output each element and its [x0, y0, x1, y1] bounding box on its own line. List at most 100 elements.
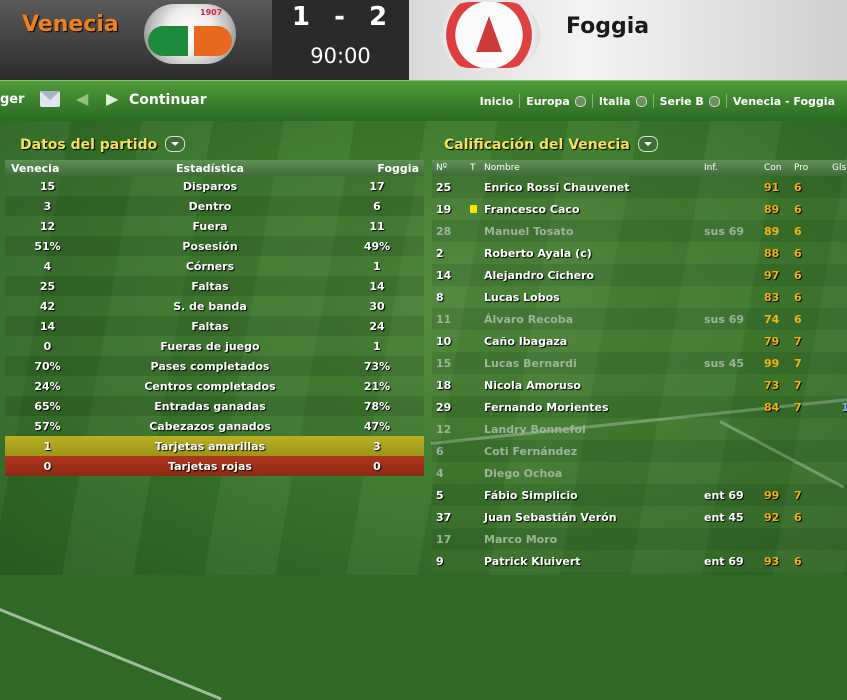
player-name[interactable]: Lucas Lobos	[484, 291, 704, 304]
player-condition: 73	[764, 378, 780, 392]
player-name[interactable]: Diego Ochoa	[484, 467, 704, 480]
scoreline: 1 - 2	[272, 2, 409, 32]
player-row[interactable]: 25 Enrico Rossi Chauvenet 91 6	[432, 176, 847, 198]
dropdown-dot-icon[interactable]	[708, 95, 720, 107]
player-name[interactable]: Francesco Caco	[484, 203, 704, 216]
player-row[interactable]: 15 Lucas Bernardi sus 45 99 7	[432, 352, 847, 374]
stats-away: 30	[369, 299, 385, 313]
mail-icon[interactable]	[40, 91, 60, 107]
stats-row: 70% Pases completados 73%	[5, 356, 424, 376]
player-name[interactable]: Nicola Amoruso	[484, 379, 704, 392]
player-condition: 89	[764, 202, 780, 216]
crumb-match[interactable]: Venecia - Foggia	[727, 94, 841, 108]
crumb-italia[interactable]: Italia	[593, 94, 653, 108]
stats-row: 57% Cabezazos ganados 47%	[5, 416, 424, 436]
continue-button[interactable]: Continuar	[129, 92, 207, 108]
player-rating: 6	[794, 510, 802, 524]
stats-away: 6	[373, 199, 381, 213]
player-number: 17	[436, 532, 452, 546]
dropdown-dot-icon[interactable]	[635, 95, 647, 107]
forward-arrow-icon[interactable]: ▶	[106, 89, 118, 108]
col-gls[interactable]: Gls	[832, 163, 847, 173]
player-name[interactable]: Manuel Tosato	[484, 225, 704, 238]
player-name[interactable]: Fernando Morientes	[484, 401, 704, 414]
col-name[interactable]: Nombre	[484, 163, 704, 173]
crumb-label[interactable]: Venecia - Foggia	[733, 95, 835, 108]
col-num[interactable]: Nº	[436, 163, 470, 173]
player-row[interactable]: 29 Fernando Morientes 84 7 1	[432, 396, 847, 418]
player-condition: 92	[764, 510, 780, 524]
player-row[interactable]: 5 Fábio Simplicio ent 69 99 7	[432, 484, 847, 506]
nav-partial-label[interactable]: ger	[0, 92, 25, 107]
crest-year: 1907	[200, 8, 223, 17]
dropdown-toggle-icon[interactable]	[637, 136, 658, 152]
player-name[interactable]: Roberto Ayala (c)	[484, 247, 704, 260]
player-goals: 1	[841, 400, 847, 414]
player-row[interactable]: 9 Patrick Kluivert ent 69 93 6	[432, 550, 847, 572]
col-con[interactable]: Con	[764, 163, 794, 173]
crumb-label[interactable]: Inicio	[480, 95, 514, 108]
dropdown-toggle-icon[interactable]	[165, 136, 186, 152]
player-condition: 88	[764, 246, 780, 260]
player-name[interactable]: Marco Moro	[484, 533, 704, 546]
player-name[interactable]: Landry Bonnefoi	[484, 423, 704, 436]
stats-header-away: Foggia	[377, 161, 419, 175]
col-pro[interactable]: Pro	[794, 163, 832, 173]
back-arrow-icon[interactable]: ◀	[76, 89, 88, 108]
stats-home: 57%	[34, 419, 61, 433]
player-row[interactable]: 19 Francesco Caco 89 6	[432, 198, 847, 220]
stats-row: 3 Dentro 6	[5, 196, 424, 216]
stats-title-text: Datos del partido	[20, 137, 158, 153]
player-rating: 7	[794, 488, 802, 502]
crumb-serie-b[interactable]: Serie B	[654, 94, 726, 108]
crumb-europa[interactable]: Europa	[520, 94, 592, 108]
player-name[interactable]: Álvaro Recoba	[484, 313, 704, 326]
player-row[interactable]: 8 Lucas Lobos 83 6	[432, 286, 847, 308]
breadcrumb: Inicio Europa Italia Serie B Venecia - F…	[474, 94, 841, 108]
crumb-label[interactable]: Serie B	[660, 95, 704, 108]
player-name[interactable]: Lucas Bernardi	[484, 357, 704, 370]
player-name[interactable]: Patrick Kluivert	[484, 555, 704, 568]
crumb-label[interactable]: Europa	[526, 95, 570, 108]
player-number: 12	[436, 422, 452, 436]
stats-home: 70%	[34, 359, 61, 373]
player-number: 5	[436, 488, 444, 502]
player-row[interactable]: 10 Caño Ibagaza 79 7	[432, 330, 847, 352]
player-rating: 7	[794, 378, 802, 392]
player-condition: 93	[764, 554, 780, 568]
stats-row: 12 Fuera 11	[5, 216, 424, 236]
crumb-label[interactable]: Italia	[599, 95, 631, 108]
player-row[interactable]: 37 Juan Sebastián Verón ent 45 92 6	[432, 506, 847, 528]
player-ratings-table: Nº T Nombre Inf. Con Pro Gls 25 Enrico Ro…	[432, 160, 847, 572]
player-row[interactable]: 2 Roberto Ayala (c) 88 6	[432, 242, 847, 264]
player-row[interactable]: 11 Álvaro Recoba sus 69 74 6	[432, 308, 847, 330]
player-row[interactable]: 28 Manuel Tosato sus 69 89 6	[432, 220, 847, 242]
stats-home: 51%	[34, 239, 61, 253]
player-name[interactable]: Fábio Simplicio	[484, 489, 704, 502]
col-inf[interactable]: Inf.	[704, 163, 764, 173]
player-rating: 7	[794, 400, 802, 414]
player-name[interactable]: Enrico Rossi Chauvenet	[484, 181, 704, 194]
stats-panel-title[interactable]: Datos del partido	[20, 136, 186, 153]
home-team-name: Venecia	[22, 12, 119, 37]
player-row[interactable]: 6 Coti Fernández	[432, 440, 847, 462]
player-name[interactable]: Juan Sebastián Verón	[484, 511, 704, 524]
stats-header-home: Venecia	[11, 161, 60, 175]
ratings-panel-title[interactable]: Calificación del Venecia	[444, 136, 658, 153]
player-row[interactable]: 14 Alejandro Cichero 97 6	[432, 264, 847, 286]
player-row[interactable]: 4 Diego Ochoa	[432, 462, 847, 484]
stats-row: 15 Disparos 17	[5, 176, 424, 196]
stats-label: Centros completados	[144, 379, 276, 393]
player-rating: 6	[794, 180, 802, 194]
player-name[interactable]: Caño Ibagaza	[484, 335, 704, 348]
crumb-inicio[interactable]: Inicio	[474, 94, 520, 108]
player-row[interactable]: 17 Marco Moro	[432, 528, 847, 550]
player-info: sus 69	[704, 312, 745, 326]
player-row[interactable]: 12 Landry Bonnefoi	[432, 418, 847, 440]
col-t[interactable]: T	[470, 163, 484, 173]
player-row[interactable]: 18 Nicola Amoruso 73 7	[432, 374, 847, 396]
dropdown-dot-icon[interactable]	[574, 95, 586, 107]
player-name[interactable]: Coti Fernández	[484, 445, 704, 458]
stats-row: 65% Entradas ganadas 78%	[5, 396, 424, 416]
player-name[interactable]: Alejandro Cichero	[484, 269, 704, 282]
